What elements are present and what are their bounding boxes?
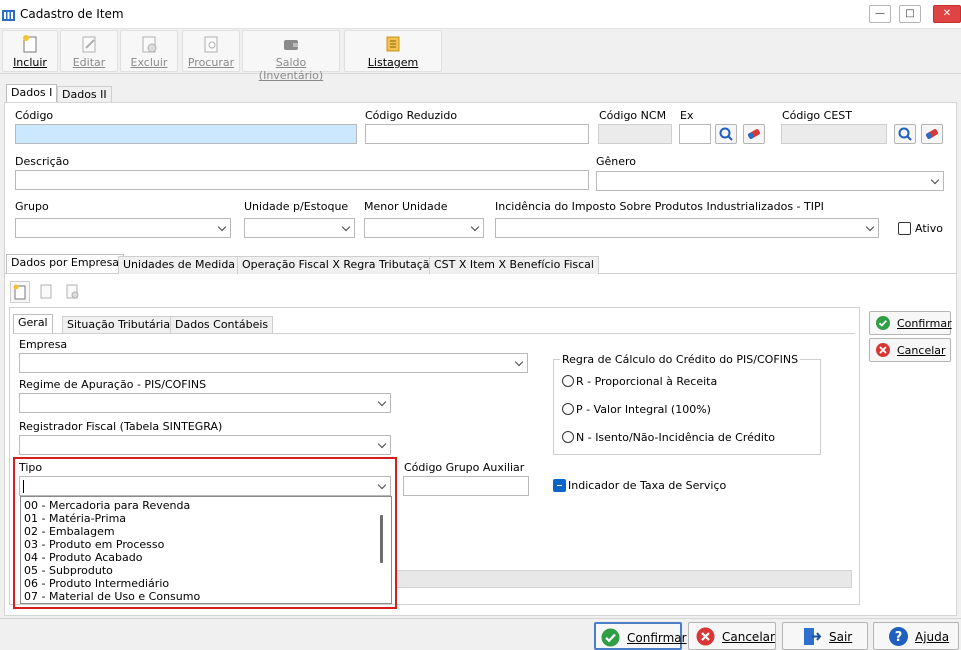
regime-label: Regime de Apuração - PIS/COFINS	[19, 378, 207, 391]
procurar-button[interactable]: Procurar	[182, 30, 240, 72]
ncm-search-button[interactable]	[715, 124, 737, 144]
side-cancelar-button[interactable]: Cancelar	[869, 338, 951, 362]
indicador-label: Indicador de Taxa de Serviço	[568, 479, 727, 492]
tab-unidades-de-medida[interactable]: Unidades de Medida	[118, 256, 241, 274]
regra-n-label: N - Isento/Não-Incidência de Crédito	[576, 431, 775, 444]
tab-dados-i[interactable]: Dados I	[6, 84, 58, 103]
highlight-box	[13, 457, 397, 609]
tab-dados-contabeis[interactable]: Dados Contábeis	[170, 316, 274, 334]
regra-p-radio[interactable]	[562, 403, 574, 415]
toolbar: Incluir Editar Excluir Procurar Saldo (I…	[0, 29, 961, 82]
new-document-icon	[13, 284, 26, 300]
ativo-checkbox[interactable]	[898, 222, 911, 235]
scroll-list-icon	[386, 36, 400, 52]
codigo-grupo-label: Código Grupo Auxiliar	[404, 461, 525, 474]
tab-operacao-fiscal[interactable]: Operação Fiscal X Regra Tributação	[237, 256, 442, 274]
edit-icon	[40, 284, 52, 299]
regra-r-label: R - Proporcional à Receita	[576, 375, 718, 388]
cest-clear-button[interactable]	[921, 124, 943, 144]
incluir-button[interactable]: Incluir	[2, 30, 58, 72]
cancel-icon	[696, 627, 715, 646]
confirmar-button[interactable]: Confirmar	[594, 622, 687, 650]
cancel-icon	[876, 343, 890, 357]
side-confirmar-button[interactable]: Confirmar	[869, 311, 952, 335]
window-title: Cadastro de Item	[20, 7, 124, 21]
ex-field[interactable]	[679, 124, 711, 144]
regra-r-radio[interactable]	[562, 375, 574, 387]
grupo-select[interactable]	[15, 218, 231, 238]
ajuda-button[interactable]: ? Ajuda	[873, 622, 959, 650]
genero-label: Gênero	[596, 155, 637, 168]
codigo-grupo-field[interactable]	[403, 476, 529, 496]
editar-button[interactable]: Editar	[60, 30, 118, 72]
eraser-icon	[926, 129, 938, 139]
descricao-field[interactable]	[15, 170, 589, 190]
tab-cst-item-beneficio[interactable]: CST X Item X Benefício Fiscal	[429, 256, 599, 274]
exit-door-icon	[804, 628, 822, 645]
codigo-reduzido-field[interactable]	[365, 124, 589, 144]
registrador-label: Registrador Fiscal (Tabela SINTEGRA)	[19, 420, 223, 433]
inner-tabs-divider	[13, 333, 855, 334]
status-strip	[395, 570, 852, 588]
registrador-select[interactable]	[19, 435, 391, 455]
tipi-select[interactable]	[495, 218, 879, 238]
svg-text:?: ?	[895, 630, 903, 645]
regra-n-radio[interactable]	[562, 431, 574, 443]
tab-dados-por-empresa[interactable]: Dados por Empresa	[6, 254, 125, 273]
tab-situacao-tributaria[interactable]: Situação Tributária	[62, 316, 176, 334]
codigo-reduzido-label: Código Reduzido	[365, 109, 458, 122]
empresa-label: Empresa	[19, 338, 68, 351]
grupo-label: Grupo	[15, 200, 49, 213]
saldo-inventario-button[interactable]: Saldo (Inventário)	[242, 30, 340, 82]
magnifier-icon	[719, 127, 733, 141]
search-document-icon	[204, 36, 218, 53]
menor-unidade-select[interactable]	[364, 218, 484, 238]
ex-label: Ex	[680, 109, 694, 122]
regime-select[interactable]	[19, 393, 391, 413]
check-icon	[876, 316, 890, 330]
descricao-label: Descrição	[15, 155, 70, 168]
unidade-estoque-select[interactable]	[244, 218, 355, 238]
indicador-checkbox[interactable]	[553, 479, 566, 492]
codigo-label: Código	[15, 109, 54, 122]
close-button[interactable]: ✕	[933, 5, 961, 23]
listagem-button[interactable]: Listagem	[344, 30, 442, 72]
new-document-icon	[23, 35, 37, 53]
cest-search-button[interactable]	[894, 124, 916, 144]
help-icon: ?	[889, 627, 908, 646]
sair-button[interactable]: Sair	[782, 622, 868, 650]
codigo-field[interactable]	[15, 124, 357, 144]
eraser-icon	[748, 129, 760, 139]
delete-icon	[66, 284, 79, 299]
app-icon	[2, 10, 15, 21]
sub-add-button[interactable]	[10, 281, 30, 303]
sub-delete-button[interactable]	[63, 281, 83, 303]
edit-icon	[82, 36, 96, 53]
maximize-button[interactable]: □	[899, 5, 921, 23]
tipi-label: Incidência do Imposto Sobre Produtos Ind…	[495, 200, 824, 213]
codigo-cest-field[interactable]	[781, 124, 887, 144]
codigo-cest-label: Código CEST	[782, 109, 852, 122]
regra-p-label: P - Valor Integral (100%)	[576, 403, 711, 416]
tab-geral[interactable]: Geral	[13, 314, 53, 333]
codigo-ncm-field[interactable]	[598, 124, 672, 144]
cancelar-button[interactable]: Cancelar	[688, 622, 776, 650]
delete-icon	[142, 36, 157, 53]
genero-select[interactable]	[596, 171, 944, 191]
unidade-estoque-label: Unidade p/Estoque	[244, 200, 349, 213]
empresa-select[interactable]	[19, 353, 528, 373]
ativo-label: Ativo	[915, 222, 943, 235]
magnifier-icon	[898, 127, 912, 141]
excluir-button[interactable]: Excluir	[120, 30, 178, 72]
wallet-icon	[284, 40, 298, 50]
codigo-ncm-label: Código NCM	[599, 109, 667, 122]
menor-unidade-label: Menor Unidade	[364, 200, 448, 213]
title-bar: Cadastro de Item — □ ✕	[0, 0, 961, 29]
sub-edit-button[interactable]	[37, 281, 57, 303]
minimize-button[interactable]: —	[869, 5, 891, 23]
ncm-clear-button[interactable]	[743, 124, 765, 144]
regra-title: Regra de Cálculo do Crédito do PIS/COFIN…	[560, 353, 801, 366]
check-icon	[601, 628, 620, 647]
